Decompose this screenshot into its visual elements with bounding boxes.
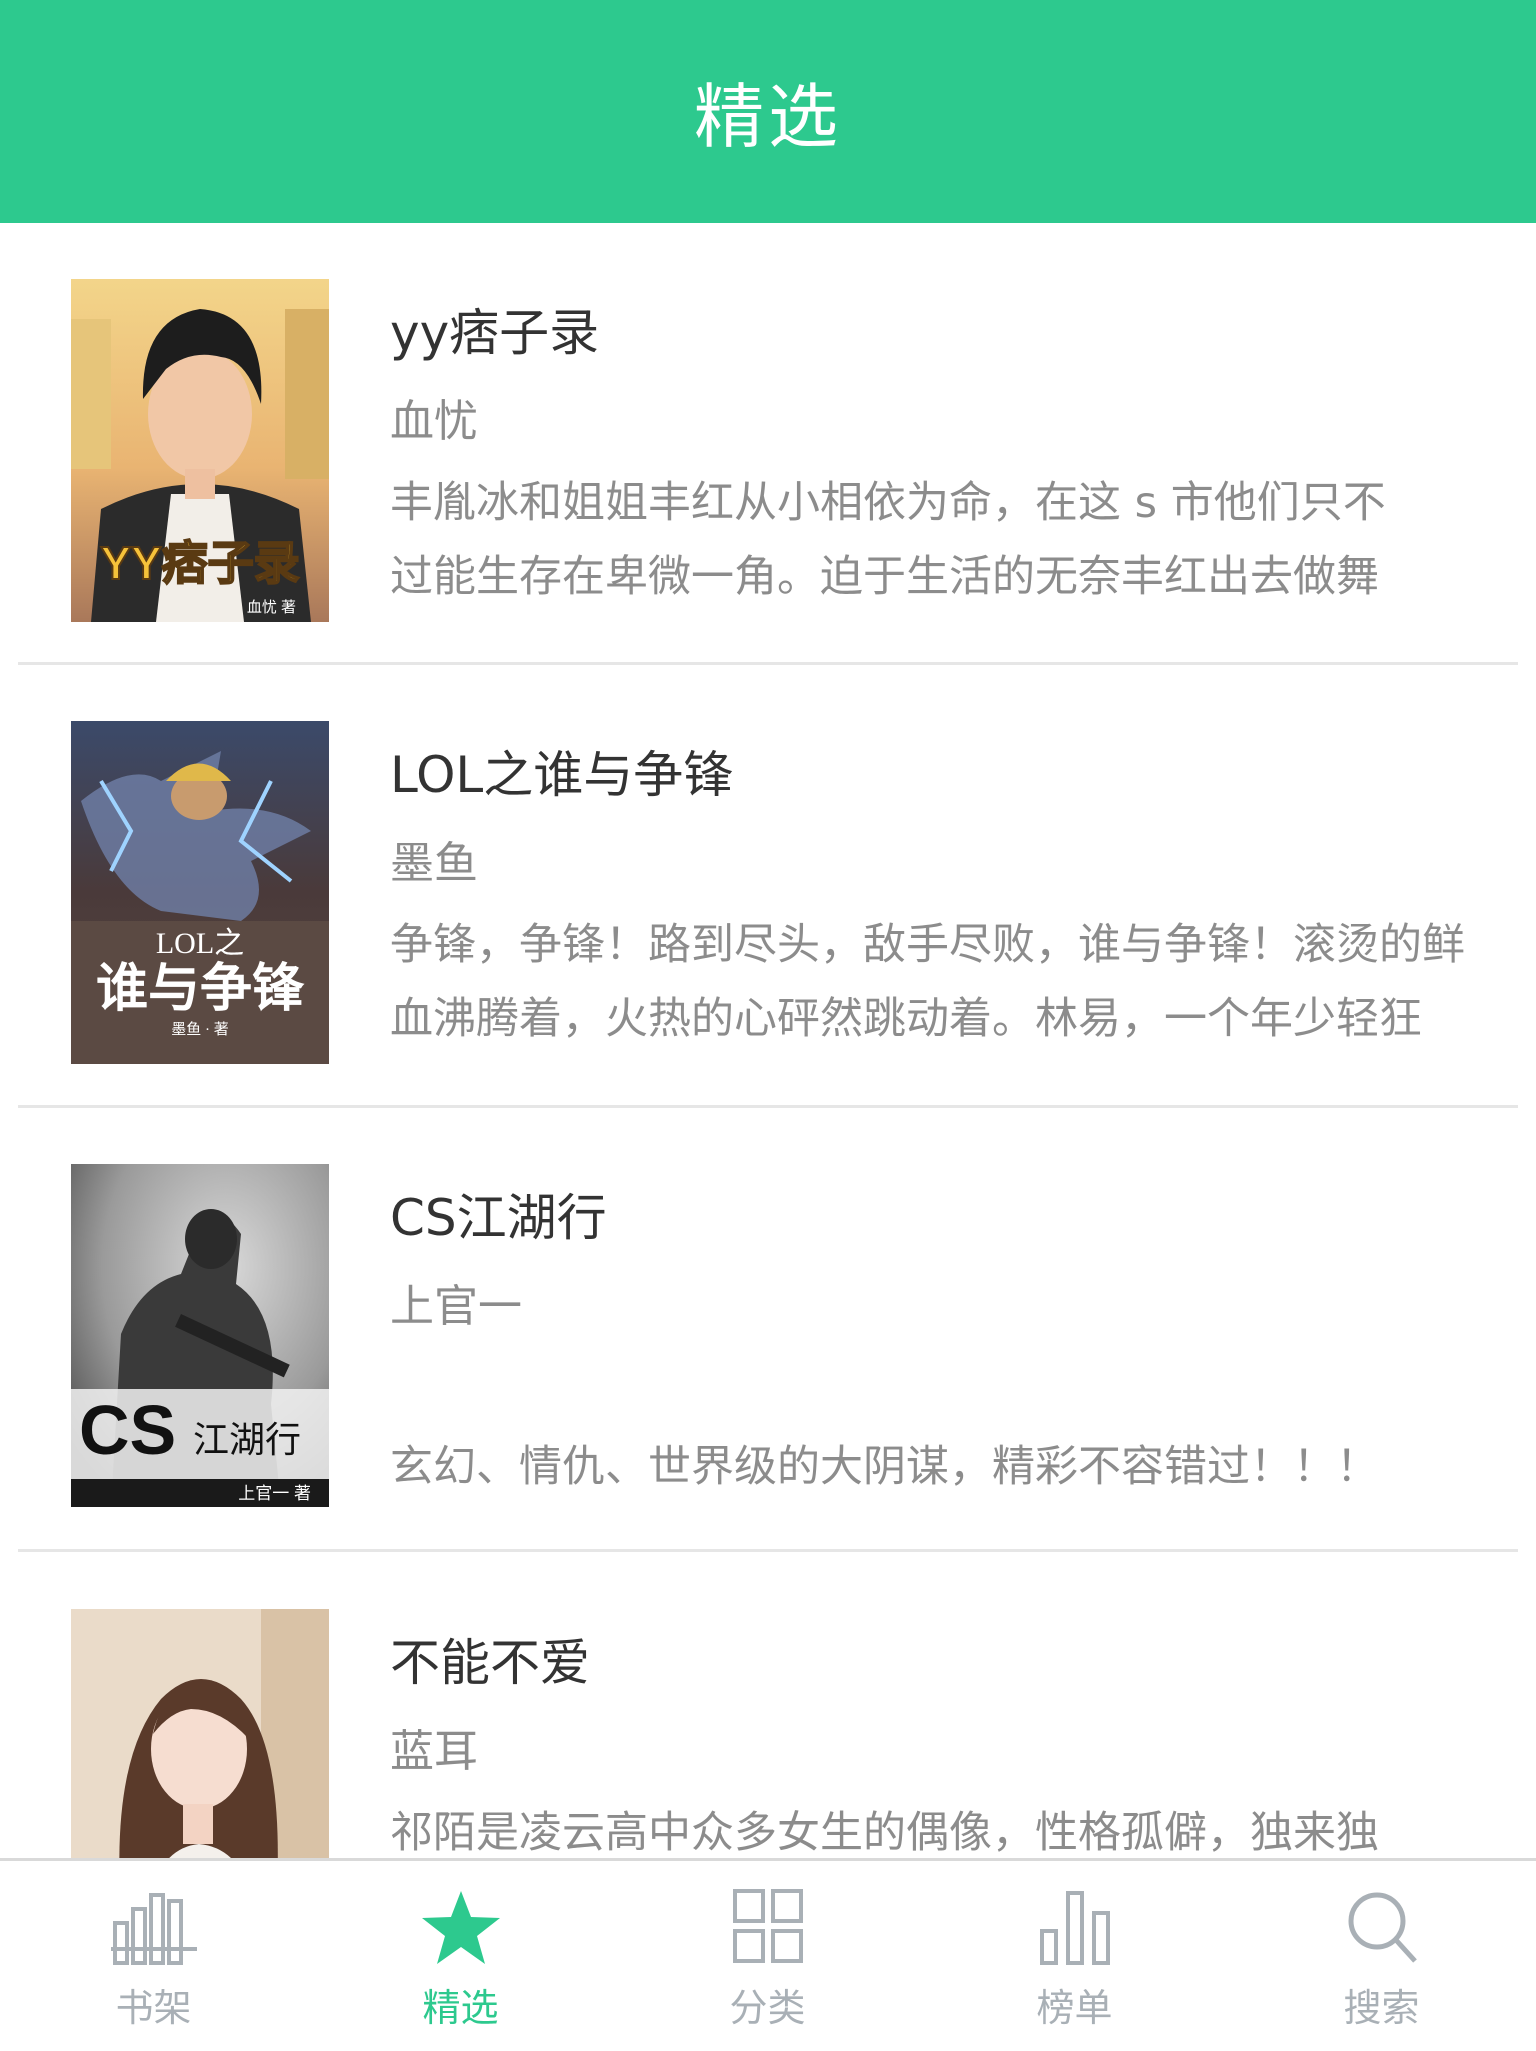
book-author: 蓝耳 [390, 1726, 478, 1777]
book-description-line: 祁陌是凌云高中众多女生的偶像，性格孤僻，独来独 [390, 1808, 1379, 1858]
book-description-line: 过能生存在卑微一角。迫于生活的无奈丰红出去做舞 [390, 552, 1379, 602]
book-cover[interactable]: LOL之 谁与争锋 墨鱼 · 著 [71, 721, 329, 1064]
tab-label: 书架 [115, 1986, 192, 2030]
tab-featured[interactable]: 精选 [307, 1861, 614, 2051]
page-title: 精选 [694, 76, 842, 158]
book-description-line: 丰胤冰和姐姐丰红从小相依为命，在这 s 市他们只不 [390, 478, 1386, 528]
cover-author: 墨鱼 · 著 [171, 1020, 229, 1038]
book-description-line: 血沸腾着，火热的心砰然跳动着。林易，一个年少轻狂 [390, 994, 1422, 1044]
tab-categories[interactable]: 分类 [614, 1861, 921, 2051]
book-title[interactable]: LOL之谁与争锋 [390, 735, 733, 807]
cover-title: YY痞子录 [100, 537, 299, 589]
grid-icon [732, 1889, 803, 1963]
divider [18, 1549, 1518, 1552]
book-item[interactable]: YY痞子录 血忧 著 yy痞子录 血忧 丰胤冰和姐姐丰红从小相依为命，在这 s … [0, 223, 1536, 665]
cover-title-big: CS [79, 1391, 176, 1469]
book-author: 墨鱼 [390, 838, 478, 889]
top-navigation-bar: 精选 [0, 0, 1536, 223]
tab-label: 精选 [422, 1986, 499, 2030]
cover-author: 上官一 著 [238, 1484, 311, 1503]
tab-bookshelf[interactable]: 书架 [0, 1861, 307, 2051]
book-description-line: 争锋，争锋！路到尽头，敌手尽败，谁与争锋！滚烫的鲜 [390, 920, 1465, 970]
book-author: 血忧 [390, 396, 478, 447]
bookshelf-icon [110, 1893, 197, 1965]
tab-label: 榜单 [1036, 1986, 1113, 2030]
book-cover[interactable]: YY痞子录 血忧 著 [71, 279, 329, 622]
tab-search[interactable]: 搜索 [1228, 1861, 1535, 2051]
tab-label: 分类 [729, 1986, 806, 2030]
book-cover[interactable] [71, 1609, 329, 1858]
book-cover[interactable]: CS 江湖行 上官一 著 [71, 1164, 329, 1507]
star-icon [421, 1891, 500, 1964]
book-author: 上官一 [390, 1281, 522, 1332]
cover-subtitle: LOL之 [156, 927, 244, 960]
cover-title: 江湖行 [193, 1419, 301, 1460]
cover-title: 谁与争锋 [96, 960, 305, 1018]
book-item[interactable]: LOL之 谁与争锋 墨鱼 · 著 LOL之谁与争锋 墨鱼 争锋，争锋！路到尽头，… [0, 665, 1536, 1108]
bottom-tab-bar: 书架 精选 分类 榜单 搜索 [0, 1858, 1536, 2051]
book-item[interactable]: CS 江湖行 上官一 著 CS江湖行 上官一 玄幻、情仇、世界级的大阴谋，精彩不… [0, 1108, 1536, 1553]
book-description-line: 玄幻、情仇、世界级的大阴谋，精彩不容错过！！！ [390, 1442, 1379, 1492]
book-title[interactable]: CS江湖行 [390, 1178, 607, 1250]
bar-chart-icon [1039, 1891, 1110, 1965]
tab-label: 搜索 [1343, 1986, 1420, 2030]
tab-rankings[interactable]: 榜单 [921, 1861, 1228, 2051]
book-title[interactable]: yy痞子录 [390, 293, 599, 365]
search-icon [1348, 1892, 1417, 1963]
book-item[interactable]: 不能不爱 蓝耳 祁陌是凌云高中众多女生的偶像，性格孤僻，独来独 [0, 1553, 1536, 1858]
book-title[interactable]: 不能不爱 [390, 1623, 590, 1695]
cover-author: 血忧 著 [247, 599, 296, 616]
